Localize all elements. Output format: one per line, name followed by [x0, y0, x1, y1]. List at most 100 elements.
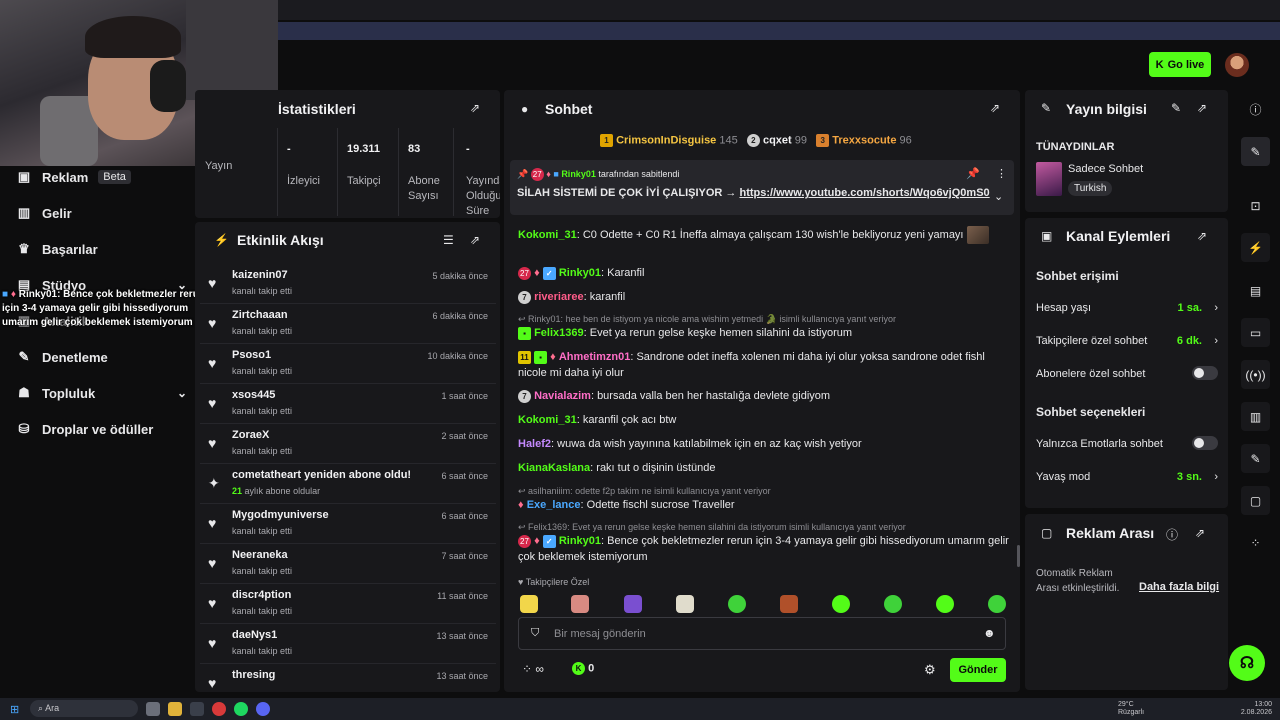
spotify-icon[interactable] [234, 702, 248, 716]
wrench-icon[interactable]: ✎ [1241, 444, 1270, 473]
sidebar-item-reklam[interactable]: ▣ Reklam Beta [16, 169, 131, 185]
sub-badge-icon: ♦ [534, 535, 540, 547]
reply-context[interactable]: ↩ Felix1369: Evet ya rerun gelse keşke h… [518, 522, 906, 533]
info-icon[interactable]: ⓘ [1241, 95, 1270, 124]
screenshot-icon[interactable]: ⊡ [1241, 191, 1270, 220]
activity-row[interactable]: ♥ xsos445 kanalı takip etti 1 saat önce [200, 384, 496, 424]
activity-row[interactable]: ♥ Neeraneka kanalı takip etti 7 saat önce [200, 544, 496, 584]
info-icon[interactable]: ⓘ [1166, 526, 1178, 543]
activity-username[interactable]: discr4ption [232, 589, 291, 601]
emote-button[interactable] [676, 595, 694, 613]
language-tag: Turkish [1068, 181, 1113, 196]
chat-icon[interactable]: ▭ [1241, 318, 1270, 347]
document-icon[interactable]: ▤ [1241, 276, 1270, 305]
activity-username[interactable]: xsos445 [232, 389, 275, 401]
emote-button[interactable] [884, 595, 902, 613]
sidebar-item-droplar[interactable]: ⛁ Droplar ve ödüller [16, 421, 154, 437]
chat-input[interactable]: Bir mesaj gönderin [554, 628, 646, 640]
category-name[interactable]: Sadece Sohbet [1068, 163, 1143, 175]
emote-button[interactable] [571, 595, 589, 613]
more-options-icon[interactable]: ⋮ [996, 167, 1007, 180]
emote-button[interactable] [780, 595, 798, 613]
emote-button[interactable] [728, 595, 746, 613]
browser-toolbar [278, 22, 1280, 40]
chat-scrollbar[interactable] [1017, 545, 1020, 567]
windows-start-icon[interactable]: ⊞ [10, 703, 19, 716]
reply-context[interactable]: ↩ asilhaniiim: odette f2p takim ne isiml… [518, 486, 771, 497]
account-age-setting[interactable]: Hesap yaşı 1 sa. › [1036, 302, 1218, 314]
unpin-icon[interactable]: 📌 [966, 167, 980, 180]
emote-button[interactable] [988, 595, 1006, 613]
activity-username[interactable]: ZoraeX [232, 429, 269, 441]
sidebar-item-gelir[interactable]: ▥ Gelir [16, 205, 72, 221]
broadcast-icon[interactable]: ((•)) [1241, 360, 1270, 389]
activity-username[interactable]: thresing [232, 669, 275, 681]
lightning-icon[interactable]: ⚡ [1241, 233, 1270, 262]
activity-row[interactable]: ♥ Psoso1 kanalı takip etti 10 dakika önce [200, 344, 496, 384]
activity-username[interactable]: Psoso1 [232, 349, 271, 361]
emote-only-toggle[interactable] [1192, 436, 1218, 450]
emote-button[interactable] [936, 595, 954, 613]
activity-username[interactable]: daeNys1 [232, 629, 277, 641]
dots-icon[interactable]: ⁘ [1241, 528, 1270, 557]
send-button[interactable]: Gönder [950, 658, 1006, 682]
chat-message: 27 ♦ ✓ Rinky01: Karanfil [518, 265, 1012, 281]
subscribers-only-toggle[interactable] [1192, 366, 1218, 380]
activity-row[interactable]: ♥ kaizenin07 kanalı takip etti 5 dakika önc… [200, 264, 496, 304]
file-explorer-icon[interactable] [168, 702, 182, 716]
kick-points[interactable]: K 0 [572, 662, 594, 675]
activity-username[interactable]: cometatheart yeniden abone oldu! [232, 469, 411, 481]
activity-username[interactable]: Neeraneka [232, 549, 288, 561]
emote-button[interactable] [624, 595, 642, 613]
chat-input-box[interactable]: ⛉ Bir mesaj gönderin ☻ [518, 617, 1006, 650]
task-view-icon[interactable] [146, 702, 160, 716]
emote-button[interactable] [832, 595, 850, 613]
go-live-button[interactable]: K Go live [1149, 52, 1211, 77]
settings-icon[interactable]: ⚙ [924, 662, 936, 678]
settings-app-icon[interactable] [190, 702, 204, 716]
user-avatar[interactable] [1225, 53, 1249, 77]
activity-row[interactable]: ✦ cometatheart yeniden abone oldu! 21 aylı… [200, 464, 496, 504]
popout-icon[interactable]: ⇗ [1197, 101, 1207, 115]
chat-message: 27 ♦ ✓ Rinky01: Bence çok bekletmezler r… [518, 534, 1009, 563]
chevron-down-icon[interactable]: ⌄ [994, 190, 1003, 203]
followers-only-setting[interactable]: Takipçilere özel sohbet 6 dk. › [1036, 335, 1218, 347]
filter-icon[interactable]: ☰ [443, 233, 454, 247]
channel-actions-panel [1025, 218, 1228, 508]
chat-message: 7 Navialazim: bursada valla ben her hast… [518, 388, 1012, 404]
popout-icon[interactable]: ⇗ [1197, 229, 1207, 243]
emote-button[interactable] [520, 595, 538, 613]
popout-icon[interactable]: ⇗ [470, 101, 480, 115]
sidebar-item-topluluk[interactable]: ☗ Topluluk ⌄ [16, 385, 187, 401]
activity-row[interactable]: ♥ daeNys1 kanalı takip etti 13 saat önce [200, 624, 496, 664]
popout-icon[interactable]: ⇗ [1195, 526, 1205, 540]
activity-username[interactable]: Mygodmyuniverse [232, 509, 329, 521]
popout-icon[interactable]: ⇗ [470, 233, 480, 247]
discord-icon[interactable] [256, 702, 270, 716]
activity-username[interactable]: kaizenin07 [232, 269, 288, 281]
learn-more-link[interactable]: Daha fazla bilgi [1139, 581, 1219, 593]
sidebar-item-basarilar[interactable]: ♛ Başarılar [16, 241, 97, 257]
taskbar-search[interactable]: ⌕ Ara [30, 700, 138, 717]
reply-context[interactable]: ↩ Rinky01: hee ben de istiyom ya nicole … [518, 314, 896, 325]
window-icon[interactable]: ▢ [1241, 486, 1270, 515]
activity-row[interactable]: ♥ Mygodmyuniverse kanalı takip etti 6 saat … [200, 504, 496, 544]
activity-row[interactable]: ♥ Zirtchaaan kanalı takip etti 6 dakika önc… [200, 304, 496, 344]
activity-row[interactable]: ♥ discr4ption kanalı takip etti 11 saat önc… [200, 584, 496, 624]
activity-username[interactable]: Zirtchaaan [232, 309, 288, 321]
clock[interactable]: 13:00 2.08.2026 [1240, 701, 1272, 717]
support-headset-button[interactable]: ☊ [1229, 645, 1265, 681]
pinned-link[interactable]: https://www.youtube.com/shorts/Wqo6vjQ0m… [739, 187, 989, 199]
edit-icon[interactable]: ✎ [1241, 137, 1270, 166]
opera-icon[interactable] [212, 702, 226, 716]
slow-mode-setting[interactable]: Yavaş mod 3 sn. › [1036, 471, 1218, 483]
weather-widget[interactable]: 29°C Rüzgarlı [1118, 701, 1144, 717]
activity-row[interactable]: ♥ ZoraeX kanalı takip etti 2 saat önce [200, 424, 496, 464]
emoji-icon[interactable]: ☻ [983, 626, 996, 640]
popout-icon[interactable]: ⇗ [990, 101, 1000, 115]
channel-points[interactable]: ⁘ ∞ [522, 662, 544, 676]
layout-icon[interactable]: ▥ [1241, 402, 1270, 431]
sidebar-item-denetleme[interactable]: ✎ Denetleme [16, 349, 108, 365]
chevron-right-icon: › [1214, 335, 1218, 347]
edit-icon[interactable]: ✎ [1171, 101, 1181, 115]
